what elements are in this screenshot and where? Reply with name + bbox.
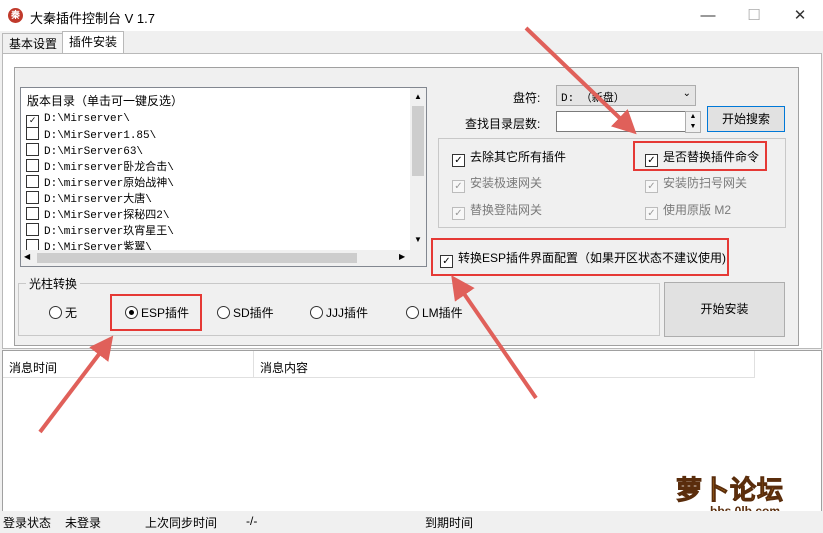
arrow-to-replace-cmd (524, 26, 637, 135)
arrow-to-esp-radio (38, 335, 114, 434)
arrow-to-convert-esp (451, 275, 538, 400)
annotation-arrows (38, 26, 637, 434)
